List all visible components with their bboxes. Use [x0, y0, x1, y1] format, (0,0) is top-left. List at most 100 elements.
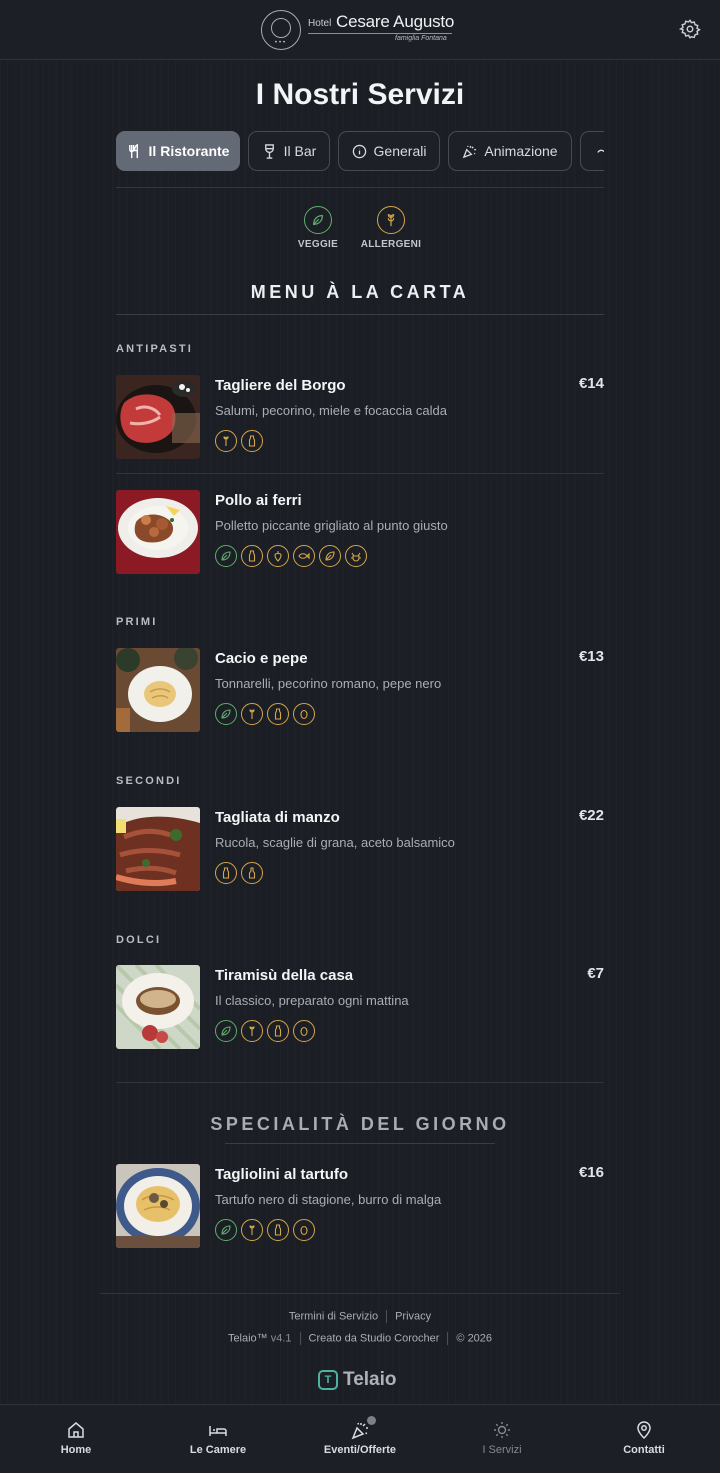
nav-label: Contatti [623, 1444, 665, 1456]
item-price: €14 [578, 375, 604, 392]
leaf-icon [215, 1020, 237, 1042]
home-icon [68, 1422, 84, 1438]
map-pin-icon [637, 1421, 651, 1440]
tab-more[interactable] [580, 131, 604, 171]
menu-title-rule [116, 314, 604, 315]
tab-label: Il Bar [283, 143, 317, 159]
party-icon [463, 145, 477, 158]
telaio-brand[interactable]: T Telaio [318, 1368, 397, 1392]
item-price: €22 [578, 807, 604, 824]
nav-label: Home [60, 1444, 92, 1456]
item-description: Rucola, scaglie di grana, aceto balsamic… [215, 835, 455, 850]
menu-item[interactable]: Tagliere del Borgo €14 Salumi, pecorino,… [116, 375, 604, 459]
hotel-logo[interactable]: ••• Hotel Cesare Augusto famiglia Fontan… [261, 10, 456, 50]
footer-links: Termini di Servizio Privacy [0, 1310, 720, 1323]
terms-link[interactable]: Termini di Servizio [289, 1310, 378, 1322]
food-photo [116, 965, 200, 1049]
nav-home[interactable]: Home [4, 1405, 148, 1473]
allergen-badges [215, 703, 315, 725]
category-primi: PRIMI [116, 616, 158, 628]
legend-allergeni-label: ALLERGENI [360, 239, 422, 250]
privacy-link[interactable]: Privacy [395, 1310, 431, 1322]
laurel-emblem-icon: ••• [261, 10, 301, 50]
nav-label: Eventi/Offerte [323, 1444, 397, 1456]
nav-camere[interactable]: Le Camere [146, 1405, 290, 1473]
wheat-icon [387, 214, 395, 227]
milk-icon [267, 703, 289, 725]
tab-label: Il Ristorante [148, 143, 230, 159]
tab-label: Animazione [484, 143, 558, 159]
credits-text[interactable]: Creato da Studio Corocher [309, 1332, 440, 1344]
allergen-badges [215, 862, 263, 884]
bed-icon [209, 1426, 227, 1436]
menu-item[interactable]: Tagliata di manzo €22 Rucola, scaglie di… [116, 807, 604, 891]
telaio-logo-icon: T [318, 1370, 338, 1390]
special-title-rule [225, 1143, 495, 1144]
item-description: Il classico, preparato ogni mattina [215, 993, 409, 1008]
tabs-divider [116, 187, 604, 188]
product-version: v4.1 [270, 1332, 292, 1345]
brand-name: Telaio [343, 1369, 397, 1390]
service-tabs: Il Ristorante Il Bar Generali Animazione [116, 131, 604, 171]
tab-generali[interactable]: Generali [338, 131, 440, 171]
info-icon [352, 144, 366, 158]
milk-icon [215, 862, 237, 884]
item-price: €13 [578, 648, 604, 665]
sun-icon [494, 1422, 510, 1438]
nav-contatti[interactable]: Contatti [572, 1405, 716, 1473]
tab-ristorante[interactable]: Il Ristorante [116, 131, 240, 171]
category-secondi: SECONDI [116, 775, 182, 787]
egg-icon [293, 1020, 315, 1042]
milk-icon [241, 430, 263, 452]
nav-servizi[interactable]: I Servizi [430, 1405, 574, 1473]
nav-eventi[interactable]: Eventi/Offerte [288, 1405, 432, 1473]
special-title: SPECIALITÀ DEL GIORNO [210, 1114, 510, 1134]
item-name: Tagliata di manzo [215, 809, 340, 826]
leaf-icon [319, 545, 341, 567]
menu-item[interactable]: Pollo ai ferri Polletto piccante griglia… [116, 490, 604, 574]
pepper-icon [267, 545, 289, 567]
tab-bar[interactable]: Il Bar [248, 131, 330, 171]
notification-dot [367, 1416, 376, 1425]
food-photo [116, 648, 200, 732]
page-title: I Nostri Servizi [255, 78, 465, 111]
allergen-badges [215, 1020, 315, 1042]
milk-icon [241, 545, 263, 567]
logo-hotel-name: Cesare Augusto [336, 12, 455, 31]
menu-item[interactable]: Tiramisù della casa €7 Il classico, prep… [116, 965, 604, 1049]
legend-veggie[interactable]: VEGGIE [283, 206, 353, 250]
item-name: Pollo ai ferri [215, 492, 302, 509]
item-divider [116, 473, 604, 474]
item-name: Cacio e pepe [215, 650, 308, 667]
menu-title: MENU À LA CARTA [250, 282, 470, 302]
item-price: €7 [587, 965, 604, 982]
food-photo [116, 1164, 200, 1248]
milk-icon [267, 1020, 289, 1042]
gear-icon[interactable] [679, 18, 701, 40]
fish-icon [293, 545, 315, 567]
menu-item[interactable]: Tagliolini al tartufo €16 Tartufo nero d… [116, 1164, 604, 1248]
tab-animazione[interactable]: Animazione [448, 131, 572, 171]
leaf-icon [215, 703, 237, 725]
gluten-icon [241, 1020, 263, 1042]
item-name: Tagliere del Borgo [215, 377, 346, 394]
item-description: Salumi, pecorino, miele e focaccia calda [215, 403, 447, 418]
legend-allergeni[interactable]: ALLERGENI [356, 206, 426, 250]
egg-icon [293, 1219, 315, 1241]
logo-family-text: famiglia Fontana [395, 35, 447, 42]
item-description: Tartufo nero di stagione, burro di malga [215, 1192, 442, 1207]
nav-label: Le Camere [189, 1444, 247, 1456]
top-bar: ••• Hotel Cesare Augusto famiglia Fontan… [0, 0, 720, 60]
food-photo [116, 807, 200, 891]
item-name: Tagliolini al tartufo [215, 1166, 349, 1183]
allergen-badges [215, 430, 263, 452]
milk-icon [267, 1219, 289, 1241]
wine-glass-icon [264, 143, 274, 159]
more-icon [597, 149, 604, 153]
menu-item[interactable]: Cacio e pepe €13 Tonnarelli, pecorino ro… [116, 648, 604, 732]
gluten-icon [241, 1219, 263, 1241]
bottle-icon [241, 862, 263, 884]
allergen-badges [215, 545, 367, 567]
egg-icon [293, 703, 315, 725]
gluten-icon [241, 703, 263, 725]
